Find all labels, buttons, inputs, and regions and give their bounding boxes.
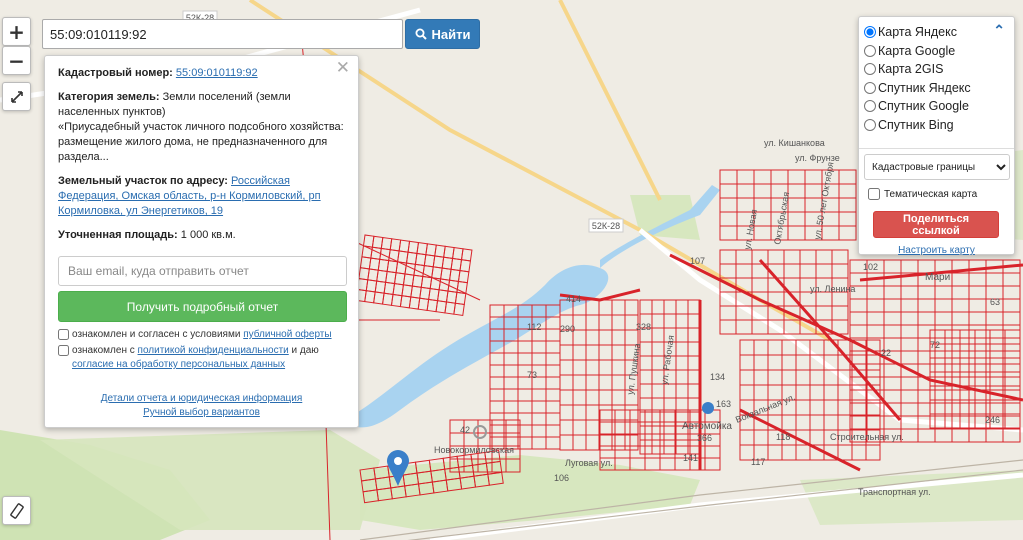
thematic-map-toggle[interactable]: Тематическая карта xyxy=(868,188,1009,200)
street-label: ул. Кишанкова xyxy=(764,138,825,148)
address-label: Земельный участок по адресу: xyxy=(58,175,228,187)
area-label: Уточненная площадь: xyxy=(58,229,178,241)
data-processing-link[interactable]: согласие на обработку персональных данны… xyxy=(72,359,285,370)
ruler-icon xyxy=(9,502,24,519)
thematic-map-label: Тематическая карта xyxy=(884,188,978,200)
privacy-consent-checkbox[interactable] xyxy=(58,345,69,356)
layer-label: Карта Google xyxy=(878,43,956,58)
email-field[interactable] xyxy=(58,256,347,286)
layer-label: Спутник Яндекс xyxy=(878,80,971,95)
layer-label: Карта 2GIS xyxy=(878,62,944,77)
thematic-map-checkbox[interactable] xyxy=(868,188,880,200)
search-input[interactable] xyxy=(42,19,403,49)
svg-text:Автомойка: Автомойка xyxy=(682,421,732,432)
parcel-number-label: 134 xyxy=(710,372,725,382)
parcel-number-label: 102 xyxy=(863,262,878,272)
layer-option-google-satellite[interactable]: Спутник Google xyxy=(864,97,1009,116)
ruler-button[interactable] xyxy=(2,496,31,525)
layer-radio[interactable] xyxy=(864,44,876,57)
chevron-up-icon[interactable]: ⌃ xyxy=(993,22,1005,39)
parcel-number-label: 63 xyxy=(990,297,1000,307)
offer-consent-checkbox[interactable] xyxy=(58,329,69,340)
layer-label: Спутник Bing xyxy=(878,117,954,132)
layer-radio[interactable] xyxy=(864,26,876,39)
usage-text: «Приусадебный участок личного подсобного… xyxy=(58,121,344,163)
expand-icon xyxy=(10,90,23,103)
parcel-number-label: 112 xyxy=(527,322,541,332)
report-details-link[interactable]: Детали отчета и юридическая информация xyxy=(58,392,345,406)
offer-consent-text: ознакомлен и согласен с условиями xyxy=(72,329,241,340)
parcel-number-label: 163 xyxy=(716,399,731,409)
parcel-number-label: 290 xyxy=(560,324,575,334)
place-label: Мари xyxy=(925,272,950,283)
parcel-number-label: 22 xyxy=(881,348,891,358)
parcel-number-label: 42 xyxy=(460,425,470,435)
street-label: Новокормиловская xyxy=(434,445,514,455)
parcel-info-panel: ✕ Кадастровый номер: 55:09:010119:92 Кат… xyxy=(44,55,359,428)
share-link-button[interactable]: Поделиться ссылкой xyxy=(873,211,999,238)
parcel-number-label: 72 xyxy=(930,340,940,350)
configure-map-link[interactable]: Настроить карту xyxy=(864,245,1009,256)
road-badge: 52К-28 xyxy=(588,218,624,233)
borders-select[interactable]: Кадастровые границы xyxy=(864,154,1010,180)
manual-selection-link[interactable]: Ручной выбор вариантов xyxy=(58,406,345,420)
street-label: ул. Фрунзе xyxy=(795,153,840,163)
parcel-number-label: 106 xyxy=(554,473,569,483)
privacy-consent-text: ознакомлен с xyxy=(72,345,135,356)
get-report-button[interactable]: Получить подробный отчет xyxy=(58,291,347,322)
layer-label: Спутник Google xyxy=(878,99,969,114)
street-label: Транспортная ул. xyxy=(858,487,931,497)
parcel-number-label: 117 xyxy=(751,457,765,467)
street-label: Луговая ул. xyxy=(565,458,613,468)
search-icon xyxy=(415,28,427,40)
layer-radio[interactable] xyxy=(864,63,876,76)
parcel-number-label: 73 xyxy=(527,370,537,380)
category-label: Категория земель: xyxy=(58,91,160,103)
search-button[interactable]: Найти xyxy=(405,19,480,49)
layer-radio[interactable] xyxy=(864,118,876,131)
privacy-policy-link[interactable]: политикой конфиденциальности xyxy=(138,345,289,356)
parcel-number-label: 107 xyxy=(690,256,705,266)
layer-option-yandex-map[interactable]: Карта Яндекс xyxy=(864,23,1009,42)
fullscreen-button[interactable] xyxy=(2,82,31,111)
parcel-number-label: 366 xyxy=(697,433,712,443)
zoom-in-button[interactable]: + xyxy=(2,17,31,46)
area-value: 1 000 кв.м. xyxy=(180,229,236,241)
svg-text:52К-28: 52К-28 xyxy=(592,221,620,231)
public-offer-link[interactable]: публичной оферты xyxy=(243,329,331,340)
layer-option-2gis-map[interactable]: Карта 2GIS xyxy=(864,60,1009,79)
zoom-out-button[interactable]: − xyxy=(2,46,31,75)
layer-radio[interactable] xyxy=(864,81,876,94)
map-layer-panel: ⌃ Карта Яндекс Карта Google Карта 2GIS С… xyxy=(858,16,1015,256)
cadastral-label: Кадастровый номер: xyxy=(58,67,173,79)
parcel-number-label: 328 xyxy=(636,322,651,332)
parcel-number-label: 414 xyxy=(566,294,581,304)
layer-option-google-map[interactable]: Карта Google xyxy=(864,42,1009,61)
street-label: Строительная ул. xyxy=(830,432,904,442)
layer-radio[interactable] xyxy=(864,100,876,113)
layer-option-yandex-satellite[interactable]: Спутник Яндекс xyxy=(864,79,1009,98)
layer-label: Карта Яндекс xyxy=(878,25,957,40)
search-button-label: Найти xyxy=(431,26,471,42)
parcel-number-label: 118 xyxy=(776,432,790,442)
close-icon[interactable]: ✕ xyxy=(336,59,350,76)
cadastral-number-link[interactable]: 55:09:010119:92 xyxy=(176,67,258,79)
street-label: ул. Ленина xyxy=(810,284,855,294)
layer-option-bing-satellite[interactable]: Спутник Bing xyxy=(864,116,1009,135)
parcel-number-label: 246 xyxy=(985,415,1000,425)
parcel-number-label: 141 xyxy=(683,453,698,463)
privacy-consent-mid: и даю xyxy=(291,345,319,356)
